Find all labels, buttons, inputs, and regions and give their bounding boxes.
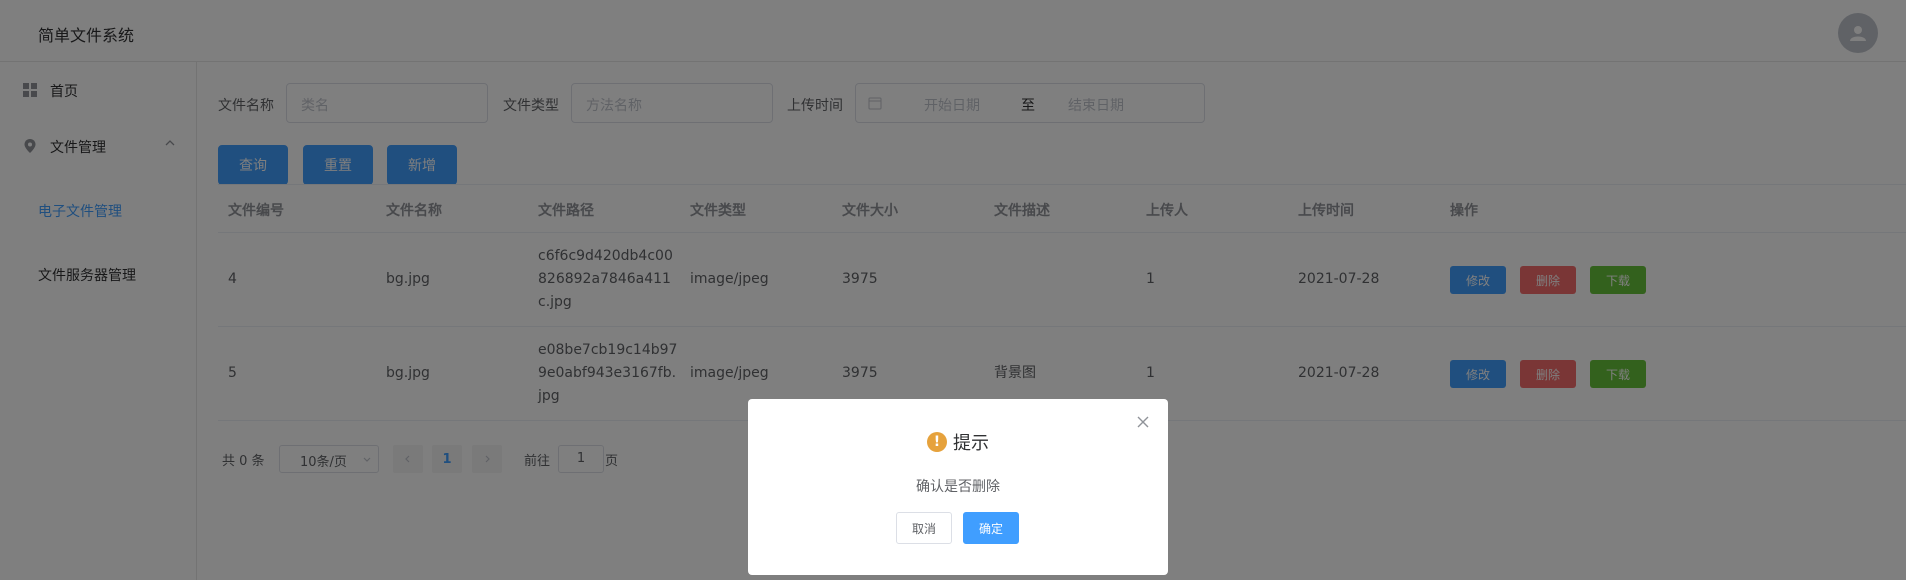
warning-icon: ! [927, 432, 947, 452]
dialog-title: ! 提示 [748, 429, 1168, 455]
dialog-title-text: 提示 [953, 433, 989, 454]
close-icon[interactable] [1136, 415, 1150, 429]
confirm-button[interactable]: 确定 [963, 512, 1019, 544]
confirm-dialog: ! 提示 确认是否删除 取消 确定 [748, 399, 1168, 575]
cancel-button[interactable]: 取消 [896, 512, 952, 544]
dialog-message: 确认是否删除 [916, 479, 1000, 495]
